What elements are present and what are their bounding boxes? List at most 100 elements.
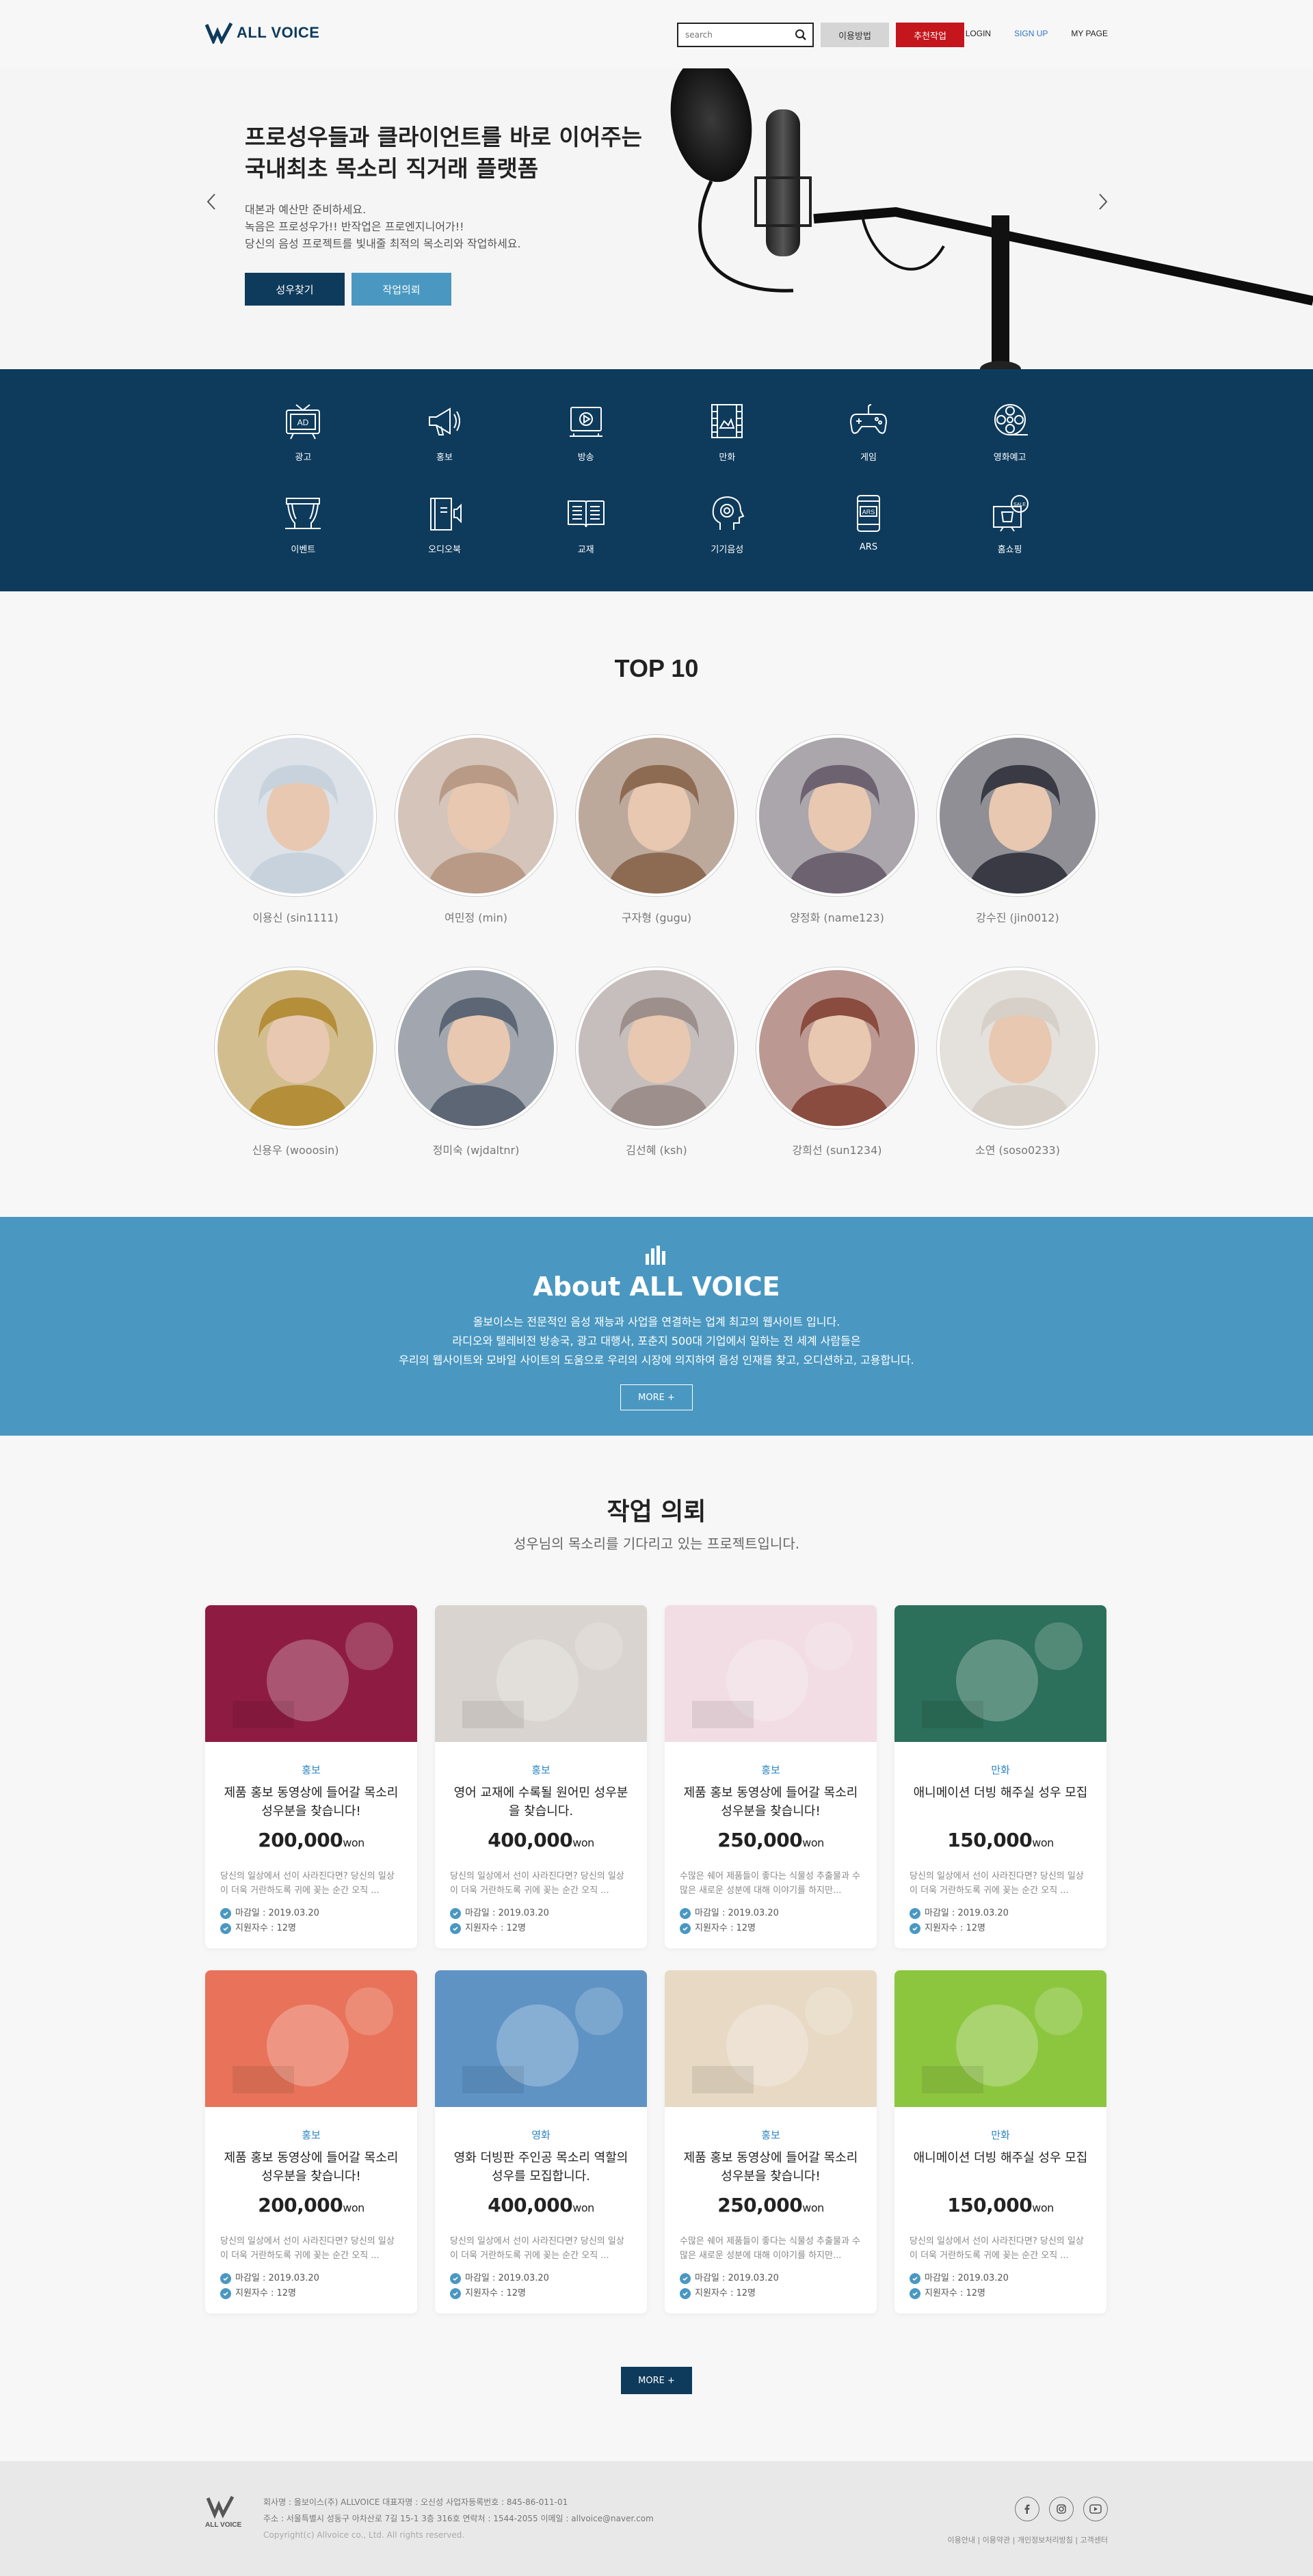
job-price: 200,000won [220, 1829, 402, 1851]
job-card[interactable]: 영화 영화 더빙판 주인공 목소리 역할의 성우를 모집합니다. 400,000wo… [435, 1970, 647, 2313]
voice-actor-card[interactable]: 소연 (soso0233) [927, 967, 1108, 1157]
youtube-icon[interactable] [1083, 2497, 1108, 2521]
search-box[interactable] [677, 23, 814, 47]
job-title[interactable]: 영화 더빙판 주인공 목소리 역할의 성우를 모집합니다. [450, 2149, 632, 2186]
signup-link[interactable]: SIGN UP [1014, 29, 1048, 38]
job-title[interactable]: 제품 홍보 동영상에 들어갈 목소리 성우분을 찾습니다! [680, 2149, 862, 2186]
head-voice-icon [713, 496, 745, 530]
avatar[interactable] [215, 735, 376, 896]
voice-actor-card[interactable]: 김선혜 (ksh) [566, 967, 747, 1157]
category-cartoon[interactable]: 만화 [656, 399, 798, 463]
mypage-link[interactable]: MY PAGE [1071, 29, 1108, 38]
voice-actor-card[interactable]: 이용신 (sin1111) [205, 735, 386, 925]
avatar[interactable] [395, 967, 557, 1129]
job-thumbnail[interactable] [205, 1605, 417, 1742]
film-strip-icon [711, 404, 743, 438]
category-broadcast[interactable]: 방송 [515, 399, 656, 463]
job-thumbnail[interactable] [435, 1605, 647, 1742]
check-icon [220, 2273, 231, 2284]
voice-actor-card[interactable]: 신용우 (wooosin) [205, 967, 386, 1157]
jobs-more-button[interactable]: MORE + [621, 2367, 692, 2394]
footer-links[interactable]: 이용안내 | 이용약관 | 개인정보처리방침 | 고객센터 [948, 2534, 1109, 2545]
actor-name: 구자형 (gugu) [621, 911, 692, 924]
check-icon [220, 1923, 231, 1934]
job-description: 당신의 일상에서 선이 사라진다면? 당신의 일상이 더욱 거란하도록 귀에 꽂… [220, 2236, 395, 2261]
voice-actor-card[interactable]: 정미숙 (wjdaltnr) [386, 967, 566, 1157]
avatar[interactable] [576, 735, 737, 896]
category-home-shopping[interactable]: SALE 홈쇼핑 [939, 492, 1080, 555]
job-description: 당신의 일상에서 선이 사라진다면? 당신의 일상이 더욱 거란하도록 귀에 꽂… [450, 1871, 624, 1896]
job-card[interactable]: 만화 애니메이션 더빙 해주실 성우 모집 150,000won 당신의 일상에서 선… [894, 1970, 1106, 2313]
hero-slider: 프로성우들과 클라이언트를 바로 이어주는 국내최초 목소리 직거래 플랫폼 대… [0, 68, 1313, 369]
job-applicants: 지원자수 : 12명 [465, 2288, 526, 2298]
job-title[interactable]: 애니메이션 더빙 해주실 성우 모집 [910, 2149, 1091, 2186]
avatar[interactable] [215, 967, 376, 1129]
login-link[interactable]: LOGIN [966, 29, 991, 38]
category-promo[interactable]: 홍보 [374, 399, 516, 463]
job-price: 150,000won [910, 2194, 1091, 2216]
job-card[interactable]: 홍보 영어 교재에 수록될 원어민 성우분을 찾습니다. 400,000won 당신의… [435, 1605, 647, 1948]
job-thumbnail[interactable] [205, 1970, 417, 2107]
voice-actor-card[interactable]: 양정화 (name123) [747, 735, 927, 925]
category-audiobook[interactable]: 오디오북 [374, 492, 516, 555]
next-arrow-icon[interactable] [1094, 191, 1111, 212]
category-movie-trailer[interactable]: 영화예고 [939, 399, 1080, 463]
avatar[interactable] [395, 735, 557, 896]
job-category: 영화 [531, 2129, 551, 2141]
actor-name: 강희선 (sun1234) [792, 1144, 882, 1157]
job-deadline: 마감일 : 2019.03.20 [925, 1908, 1009, 1918]
job-thumbnail[interactable] [665, 1605, 877, 1742]
top10-title: TOP 10 [614, 654, 699, 682]
guide-button[interactable]: 이용방법 [821, 23, 889, 47]
find-voice-actor-button[interactable]: 성우찾기 [245, 273, 345, 306]
job-title[interactable]: 제품 홍보 동영상에 들어갈 목소리 성우분을 찾습니다! [220, 1784, 402, 1821]
job-card[interactable]: 만화 애니메이션 더빙 해주실 성우 모집 150,000won 당신의 일상에서 선… [894, 1605, 1106, 1948]
avatar[interactable] [576, 967, 737, 1129]
job-thumbnail[interactable] [435, 1970, 647, 2107]
job-card[interactable]: 홍보 제품 홍보 동영상에 들어갈 목소리 성우분을 찾습니다! 200,000wo… [205, 1970, 417, 2313]
price-unit: won [802, 1836, 824, 1849]
category-ars[interactable]: ARS ARS [798, 492, 940, 555]
voice-actor-card[interactable]: 강수진 (jin0012) [927, 735, 1108, 925]
job-thumbnail[interactable] [894, 1605, 1106, 1742]
category-label: 이벤트 [291, 545, 316, 555]
voice-actor-card[interactable]: 강희선 (sun1234) [747, 967, 927, 1157]
logo[interactable]: ALL VOICE [205, 22, 319, 44]
category-event[interactable]: 이벤트 [233, 492, 374, 555]
avatar[interactable] [937, 967, 1098, 1129]
footer-logo[interactable]: ALL VOICE [205, 2495, 241, 2529]
instagram-icon[interactable] [1049, 2497, 1074, 2521]
recommended-jobs-button[interactable]: 추천작업 [896, 23, 964, 47]
job-title[interactable]: 제품 홍보 동영상에 들어갈 목소리 성우분을 찾습니다! [220, 2149, 402, 2186]
category-textbook[interactable]: 교재 [515, 492, 656, 555]
category-device-voice[interactable]: 기기음성 [656, 492, 798, 555]
job-title[interactable]: 영어 교재에 수록될 원어민 성우분을 찾습니다. [450, 1784, 632, 1821]
job-card[interactable]: 홍보 제품 홍보 동영상에 들어갈 목소리 성우분을 찾습니다! 250,000wo… [665, 1970, 877, 2313]
search-input[interactable] [685, 30, 788, 40]
job-title[interactable]: 애니메이션 더빙 해주실 성우 모집 [910, 1784, 1091, 1821]
voice-actor-card[interactable]: 여민정 (min) [386, 735, 566, 925]
request-job-button[interactable]: 작업의뢰 [352, 273, 451, 306]
price-value: 200,000 [258, 2194, 343, 2216]
about-more-button[interactable]: MORE + [620, 1384, 693, 1410]
category-game[interactable]: 게임 [798, 399, 940, 463]
category-ad[interactable]: AD 광고 [233, 399, 374, 463]
avatar[interactable] [937, 735, 1098, 896]
check-icon [450, 2273, 461, 2284]
facebook-icon[interactable] [1015, 2497, 1039, 2521]
job-title[interactable]: 제품 홍보 동영상에 들어갈 목소리 성우분을 찾습니다! [680, 1784, 862, 1821]
check-icon [450, 1923, 461, 1934]
job-deadline: 마감일 : 2019.03.20 [235, 1908, 319, 1918]
prev-arrow-icon[interactable] [204, 191, 220, 212]
job-card[interactable]: 홍보 제품 홍보 동영상에 들어갈 목소리 성우분을 찾습니다! 250,000wo… [665, 1605, 877, 1948]
check-icon [910, 2273, 920, 2284]
category-label: 기기음성 [711, 545, 744, 555]
voice-actor-card[interactable]: 구자형 (gugu) [566, 735, 747, 925]
search-icon[interactable] [795, 29, 807, 41]
avatar[interactable] [756, 735, 918, 896]
price-value: 150,000 [947, 2194, 1033, 2216]
job-thumbnail[interactable] [894, 1970, 1106, 2107]
job-card[interactable]: 홍보 제품 홍보 동영상에 들어갈 목소리 성우분을 찾습니다! 200,000wo… [205, 1605, 417, 1948]
job-thumbnail[interactable] [665, 1970, 877, 2107]
avatar[interactable] [756, 967, 918, 1129]
